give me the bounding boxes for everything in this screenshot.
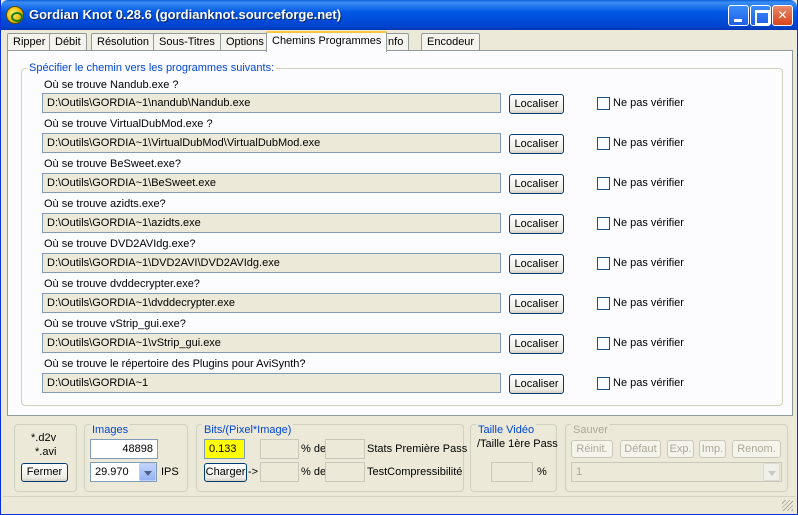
import-button[interactable]: Imp. [699, 440, 726, 458]
azidts-locate-button[interactable]: Localiser [509, 214, 564, 234]
tab-options[interactable]: Options [220, 33, 270, 51]
close-button[interactable]: ✕ [772, 5, 793, 26]
video-size-pct-label: % [537, 466, 547, 478]
vstrip-skip-checkbox[interactable] [597, 337, 610, 350]
title-bar[interactable]: Gordian Knot 0.28.6 (gordianknot.sourcef… [1, 0, 797, 30]
vstrip-skip-label: Ne pas vérifier [613, 337, 684, 349]
tab-debit[interactable]: Débit [49, 33, 87, 51]
load-button[interactable]: Charger [204, 463, 247, 482]
load-arrow-label: -> [248, 466, 259, 478]
compress-test-label: TestCompressibilité [367, 466, 463, 478]
app-icon [6, 6, 24, 24]
virtualdubmod-skip-label: Ne pas vérifier [613, 137, 684, 149]
window-title: Gordian Knot 0.28.6 (gordianknot.sourcef… [29, 7, 342, 22]
avisynth-plugins-question: Où se trouve le répertoire des Plugins p… [44, 358, 306, 370]
rename-button[interactable]: Renom. [732, 440, 781, 458]
export-button[interactable]: Exp. [667, 440, 694, 458]
dvd2avi-question: Où se trouve DVD2AVIdg.exe? [44, 238, 196, 250]
bpp-title: Bits/(Pixel*Image) [202, 424, 294, 436]
vstrip-path-field[interactable]: D:\Outils\GORDIA~1\vStrip_gui.exe [42, 333, 501, 353]
images-title: Images [90, 424, 131, 436]
save-title: Sauver [571, 424, 610, 436]
first-pass-stats-label: Stats Première Pass [367, 443, 468, 455]
dvddecrypter-path-field[interactable]: D:\Outils\GORDIA~1\dvddecrypter.exe [42, 293, 501, 313]
tab-resolution[interactable]: Résolution [91, 33, 155, 51]
vstrip-locate-button[interactable]: Localiser [509, 334, 564, 354]
tab-ripper[interactable]: Ripper [7, 33, 52, 51]
bpp-value-field[interactable]: 0.133 [204, 439, 245, 459]
maximize-button[interactable] [750, 5, 771, 26]
avisynth-plugins-locate-button[interactable]: Localiser [509, 374, 564, 394]
compress-pct-field[interactable] [260, 462, 299, 482]
dvddecrypter-skip-label: Ne pas vérifier [613, 297, 684, 309]
besweet-question: Où se trouve BeSweet.exe? [44, 158, 181, 170]
minimize-button[interactable] [728, 5, 749, 26]
video-size-title: Taille Vidéo [476, 424, 537, 436]
besweet-path-field[interactable]: D:\Outils\GORDIA~1\BeSweet.exe [42, 173, 501, 193]
azidts-question: Où se trouve azidts.exe? [44, 198, 166, 210]
first-pass-stats-field[interactable] [325, 439, 365, 459]
profile-dropdown-chevron-down-icon[interactable] [763, 463, 780, 481]
azidts-skip-checkbox[interactable] [597, 217, 610, 230]
first-pass-pct-field[interactable] [260, 439, 299, 459]
dvd2avi-skip-checkbox[interactable] [597, 257, 610, 270]
tab-encodeur[interactable]: Encodeur [421, 33, 481, 51]
video-size-subtitle: /Taille 1ère Pass [477, 438, 558, 450]
dvd2avi-path-field[interactable]: D:\Outils\GORDIA~1\DVD2AVI\DVD2AVIdg.exe [42, 253, 501, 273]
profile-dropdown[interactable]: 1 [571, 462, 782, 482]
besweet-locate-button[interactable]: Localiser [509, 174, 564, 194]
dvddecrypter-skip-checkbox[interactable] [597, 297, 610, 310]
vstrip-question: Où se trouve vStrip_gui.exe? [44, 318, 186, 330]
fps-dropdown-chevron-down-icon[interactable] [139, 463, 156, 481]
dvd2avi-skip-label: Ne pas vérifier [613, 257, 684, 269]
image-count-field[interactable]: 48898 [90, 439, 158, 459]
besweet-skip-checkbox[interactable] [597, 177, 610, 190]
nandub-question: Où se trouve Nandub.exe ? [44, 79, 179, 91]
video-size-ratio-field[interactable] [491, 462, 533, 482]
virtualdubmod-skip-checkbox[interactable] [597, 137, 610, 150]
fps-unit-label: IPS [161, 466, 179, 478]
nandub-skip-label: Ne pas vérifier [613, 97, 684, 109]
dvddecrypter-question: Où se trouve dvddecrypter.exe? [44, 278, 200, 290]
virtualdubmod-question: Où se trouve VirtualDubMod.exe ? [44, 118, 213, 130]
azidts-path-field[interactable]: D:\Outils\GORDIA~1\azidts.exe [42, 213, 501, 233]
dvd2avi-locate-button[interactable]: Localiser [509, 254, 564, 274]
avisynth-plugins-path-field[interactable]: D:\Outils\GORDIA~1 [42, 373, 501, 393]
nandub-skip-checkbox[interactable] [597, 97, 610, 110]
compress-pct-label: % de [301, 466, 327, 478]
virtualdubmod-path-field[interactable]: D:\Outils\GORDIA~1\VirtualDubMod\Virtual… [42, 133, 501, 153]
dvddecrypter-locate-button[interactable]: Localiser [509, 294, 564, 314]
reset-button[interactable]: Réinit. [571, 440, 613, 458]
nandub-locate-button[interactable]: Localiser [509, 94, 564, 114]
tab-chemins-programmes[interactable]: Chemins Programmes [266, 31, 388, 52]
default-button[interactable]: Défaut [620, 440, 661, 458]
besweet-skip-label: Ne pas vérifier [613, 177, 684, 189]
nandub-path-field[interactable]: D:\Outils\GORDIA~1\nandub\Nandub.exe [42, 93, 501, 113]
virtualdubmod-locate-button[interactable]: Localiser [509, 134, 564, 154]
main-window: Gordian Knot 0.28.6 (gordianknot.sourcef… [0, 0, 798, 515]
compress-test-field[interactable] [325, 462, 365, 482]
avisynth-plugins-skip-checkbox[interactable] [597, 377, 610, 390]
d2v-label: *.d2v [31, 432, 57, 444]
first-pass-pct-label: % de [301, 443, 327, 455]
close-files-button[interactable]: Fermer [21, 463, 68, 482]
status-bar [3, 496, 795, 513]
azidts-skip-label: Ne pas vérifier [613, 217, 684, 229]
tab-sous-titres[interactable]: Sous-Titres [153, 33, 221, 51]
paths-group-title: Spécifier le chemin vers les programmes … [27, 62, 277, 74]
avi-label: *.avi [35, 446, 57, 458]
avisynth-plugins-skip-label: Ne pas vérifier [613, 377, 684, 389]
